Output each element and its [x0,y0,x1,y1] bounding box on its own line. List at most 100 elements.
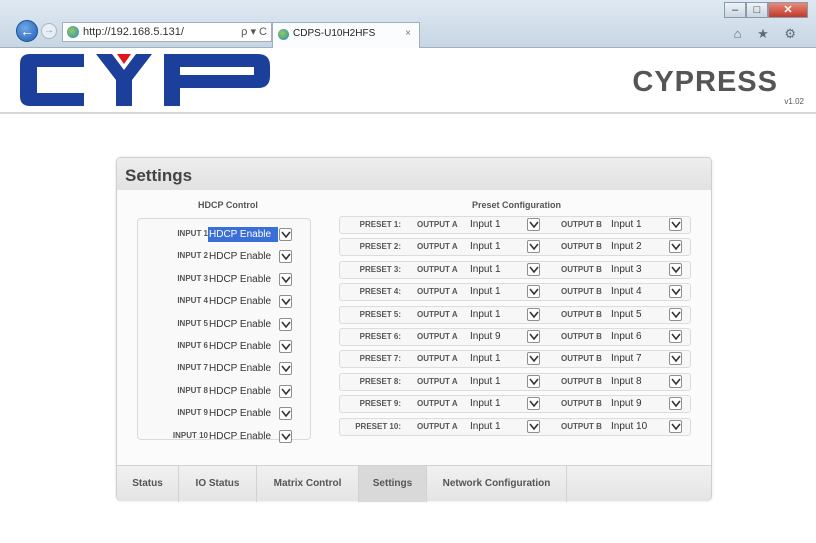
dropdown-arrow-icon[interactable] [527,330,540,343]
preset-row: PRESET 10: OUTPUT A Input 1 OUTPUT B Input 1… [339,417,691,436]
hdcp-mode-select[interactable]: HDCP Enable [208,317,278,332]
dropdown-arrow-icon[interactable] [669,285,682,299]
output-a-label: OUTPUT A [417,242,458,252]
dropdown-arrow-icon[interactable] [669,352,682,366]
hdcp-input-label: INPUT 3 [177,273,208,283]
dropdown-arrow-icon[interactable] [279,340,292,353]
dropdown-arrow-icon[interactable] [279,362,292,376]
dropdown-arrow-icon[interactable] [527,397,540,411]
output-b-select[interactable]: Input 6 [611,331,642,342]
hdcp-input-label: INPUT 6 [177,341,208,350]
dropdown-arrow-icon[interactable] [279,384,292,398]
hdcp-mode-select[interactable]: HDCP Enable [208,294,278,309]
hdcp-mode-select[interactable]: HDCP Enable [208,249,278,264]
output-a-select[interactable]: Input 1 [470,286,501,297]
dropdown-arrow-icon[interactable] [669,374,682,388]
preset-label: PRESET 5: [359,309,401,319]
dropdown-arrow-icon[interactable] [527,352,540,366]
output-a-label: OUTPUT A [417,287,458,297]
dropdown-arrow-icon[interactable] [279,429,292,443]
dropdown-arrow-icon[interactable] [279,272,292,286]
output-b-select[interactable]: Input 7 [611,353,642,364]
tab-close-icon[interactable]: × [405,23,411,45]
dropdown-arrow-icon[interactable] [527,419,540,433]
dropdown-arrow-icon[interactable] [527,240,540,254]
preset-row: PRESET 8: OUTPUT A Input 1 OUTPUT B Input 8 [339,372,691,391]
tab-matrix-control[interactable]: Matrix Control [257,466,359,502]
hdcp-input-label: INPUT 7 [177,363,208,373]
hdcp-mode-select[interactable]: HDCP Enable [208,361,278,376]
preset-row: PRESET 3: OUTPUT A Input 1 OUTPUT B Input 3 [339,260,691,279]
hdcp-input-label: INPUT 8 [177,385,208,395]
dropdown-arrow-icon[interactable] [669,330,682,343]
preset-label: PRESET 10: [355,421,401,431]
output-b-label: OUTPUT B [561,421,602,431]
dropdown-arrow-icon[interactable] [527,285,540,299]
output-a-select[interactable]: Input 1 [470,398,501,409]
dropdown-arrow-icon[interactable] [527,374,540,388]
output-a-select[interactable]: Input 1 [470,376,501,387]
back-button[interactable]: ← [16,20,38,42]
output-b-select[interactable]: Input 2 [611,241,642,252]
dropdown-arrow-icon[interactable] [527,218,540,231]
output-a-label: OUTPUT A [417,220,458,229]
tab-status[interactable]: Status [117,466,179,502]
close-window-button[interactable]: ✕ [768,2,808,18]
dropdown-arrow-icon[interactable] [669,307,682,321]
tab-network-configuration[interactable]: Network Configuration [427,466,567,502]
tab-settings[interactable]: Settings [359,466,427,502]
output-b-select[interactable]: Input 1 [611,219,642,230]
ie-page-icon [67,26,79,38]
output-b-select[interactable]: Input 4 [611,286,642,297]
output-b-select[interactable]: Input 10 [611,421,647,432]
output-b-select[interactable]: Input 8 [611,376,642,387]
window-controls: – □ ✕ [724,2,808,18]
preset-label: PRESET 7: [359,354,401,364]
output-a-label: OUTPUT A [417,332,458,341]
output-b-label: OUTPUT B [561,287,602,297]
forward-button[interactable]: → [41,23,57,39]
dropdown-arrow-icon[interactable] [279,407,292,421]
dropdown-arrow-icon[interactable] [669,218,682,231]
output-a-select[interactable]: Input 1 [470,309,501,320]
output-a-label: OUTPUT A [417,354,458,364]
dropdown-arrow-icon[interactable] [279,295,292,309]
maximize-button[interactable]: □ [746,2,768,18]
hdcp-mode-select[interactable]: HDCP Enable [208,272,278,287]
dropdown-arrow-icon[interactable] [669,240,682,254]
header-divider [0,112,816,114]
dropdown-arrow-icon[interactable] [669,397,682,411]
output-b-select[interactable]: Input 9 [611,398,642,409]
output-a-select[interactable]: Input 1 [470,264,501,275]
output-b-label: OUTPUT B [561,399,602,409]
output-b-select[interactable]: Input 3 [611,264,642,275]
output-a-label: OUTPUT A [417,399,458,409]
output-b-select[interactable]: Input 5 [611,309,642,320]
dropdown-arrow-icon[interactable] [279,228,292,241]
output-a-select[interactable]: Input 1 [470,421,501,432]
address-controls[interactable]: ρ ▾ C [241,23,267,41]
output-a-select[interactable]: Input 1 [470,241,501,252]
dropdown-arrow-icon[interactable] [669,419,682,433]
output-a-select[interactable]: Input 1 [470,219,501,230]
output-a-select[interactable]: Input 9 [470,331,501,342]
dropdown-arrow-icon[interactable] [669,262,682,276]
dropdown-arrow-icon[interactable] [527,262,540,276]
hdcp-mode-select[interactable]: HDCP Enable [208,384,278,399]
hdcp-mode-select[interactable]: HDCP Enable [208,429,278,444]
preset-row: PRESET 5: OUTPUT A Input 1 OUTPUT B Input 5 [339,305,691,324]
preset-label: PRESET 6: [359,332,401,341]
dropdown-arrow-icon[interactable] [279,317,292,331]
toolbar-icons[interactable]: ⌂ ★ ⚙ [734,26,802,42]
hdcp-mode-select[interactable]: HDCP Enable [208,227,278,242]
tab-favicon-icon [278,29,289,40]
dropdown-arrow-icon[interactable] [527,307,540,321]
tab-io-status[interactable]: IO Status [179,466,257,502]
output-a-select[interactable]: Input 1 [470,353,501,364]
minimize-button[interactable]: – [724,2,746,18]
hdcp-mode-select[interactable]: HDCP Enable [208,339,278,354]
address-bar[interactable]: http://192.168.5.131/ ρ ▾ C [62,22,272,42]
browser-tab[interactable]: CDPS-U10H2HFS × [272,22,420,48]
hdcp-mode-select[interactable]: HDCP Enable [208,406,278,421]
dropdown-arrow-icon[interactable] [279,250,292,264]
